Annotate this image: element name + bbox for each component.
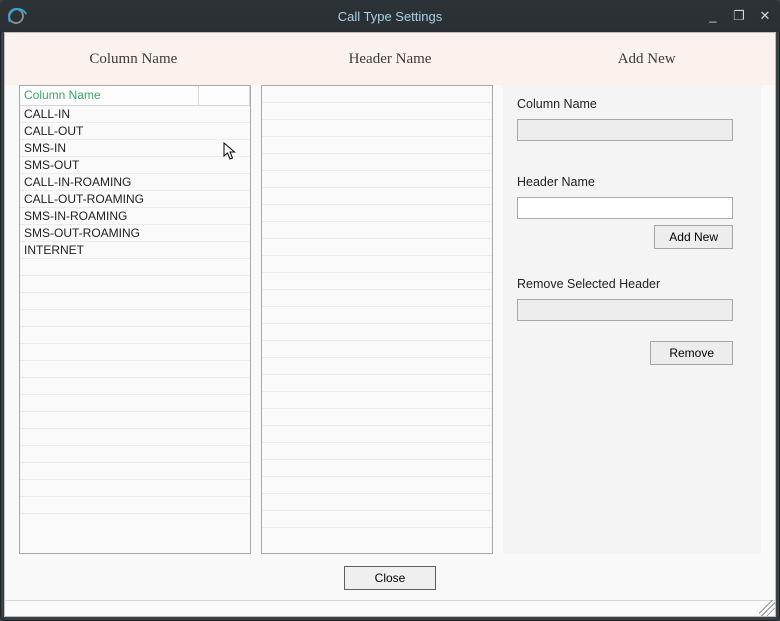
main-row: Column Name CALL-INCALL-OUTSMS-INSMS-OUT…	[5, 85, 775, 562]
table-row-empty	[262, 188, 492, 205]
table-row-empty	[262, 256, 492, 273]
status-bar	[5, 600, 775, 616]
table-row-empty	[262, 375, 492, 392]
table-row-empty	[20, 412, 250, 429]
table-row-empty	[20, 361, 250, 378]
table-row-empty	[20, 378, 250, 395]
table-row-empty	[262, 324, 492, 341]
remove-group: Remove Selected Header Remove	[517, 277, 747, 365]
section-headers: Column Name Header Name Add New	[5, 33, 775, 85]
add-new-button[interactable]: Add New	[654, 225, 733, 249]
table-row-empty	[262, 511, 492, 528]
table-row-empty	[262, 409, 492, 426]
remove-selected-field	[517, 299, 733, 321]
remove-selected-label: Remove Selected Header	[517, 277, 747, 291]
table-row-empty	[262, 273, 492, 290]
column-name-grid[interactable]: Column Name CALL-INCALL-OUTSMS-INSMS-OUT…	[19, 85, 251, 554]
grid-header: Column Name	[20, 86, 250, 106]
table-row-empty	[262, 205, 492, 222]
column-name-field	[517, 119, 733, 141]
table-row-empty	[262, 307, 492, 324]
add-new-panel: Column Name Header Name Add New Remove S…	[503, 85, 761, 554]
window-title: Call Type Settings	[0, 9, 780, 24]
table-row-empty	[262, 477, 492, 494]
table-row-empty	[262, 239, 492, 256]
section-header-column-name: Column Name	[5, 33, 262, 85]
resize-grip-icon[interactable]	[759, 600, 775, 616]
table-row-empty	[20, 463, 250, 480]
table-row-empty	[20, 429, 250, 446]
section-header-header-name: Header Name	[262, 33, 519, 85]
table-row-empty	[262, 460, 492, 477]
table-row-empty	[262, 137, 492, 154]
table-row[interactable]: SMS-OUT-ROAMING	[20, 225, 250, 242]
table-row-empty	[262, 426, 492, 443]
table-row[interactable]: SMS-IN-ROAMING	[20, 208, 250, 225]
section-header-add-new: Add New	[518, 33, 775, 85]
grid-rows	[262, 86, 492, 533]
table-row-empty	[262, 290, 492, 307]
table-row[interactable]: CALL-IN-ROAMING	[20, 174, 250, 191]
grid-column-header-spacer	[199, 86, 250, 106]
table-row-empty	[262, 443, 492, 460]
column-name-label: Column Name	[517, 97, 747, 111]
grid-column-header[interactable]: Column Name	[20, 86, 199, 106]
header-name-label: Header Name	[517, 175, 747, 189]
table-row-empty	[20, 327, 250, 344]
table-row[interactable]: CALL-OUT-ROAMING	[20, 191, 250, 208]
table-row-empty	[262, 494, 492, 511]
table-row[interactable]: CALL-OUT	[20, 123, 250, 140]
window-controls: _ ❐ ✕	[706, 8, 772, 24]
close-icon[interactable]: ✕	[758, 8, 772, 24]
table-row-empty	[20, 395, 250, 412]
header-name-group: Header Name Add New	[517, 175, 747, 249]
column-name-group: Column Name	[517, 97, 747, 141]
remove-button[interactable]: Remove	[650, 341, 733, 365]
table-row-empty	[262, 358, 492, 375]
table-row-empty	[20, 310, 250, 327]
grid-rows: CALL-INCALL-OUTSMS-INSMS-OUTCALL-IN-ROAM…	[20, 106, 250, 553]
table-row-empty	[20, 446, 250, 463]
table-row-empty	[262, 341, 492, 358]
header-name-grid[interactable]	[261, 85, 493, 554]
table-row-empty	[262, 120, 492, 137]
table-row[interactable]: SMS-OUT	[20, 157, 250, 174]
close-button[interactable]: Close	[344, 566, 436, 590]
maximize-icon[interactable]: ❐	[732, 8, 746, 24]
table-row-empty	[20, 344, 250, 361]
window-frame: Call Type Settings _ ❐ ✕ Column Name Hea…	[0, 0, 780, 621]
table-row-empty	[262, 171, 492, 188]
table-row-empty	[262, 222, 492, 239]
client-area: Column Name Header Name Add New Column N…	[4, 32, 776, 617]
table-row-empty	[20, 276, 250, 293]
table-row-empty	[20, 497, 250, 514]
table-row-empty	[262, 392, 492, 409]
table-row-empty	[262, 86, 492, 103]
table-row-empty	[20, 293, 250, 310]
bottom-bar: Close	[5, 562, 775, 600]
title-bar: Call Type Settings _ ❐ ✕	[0, 0, 780, 32]
header-name-input[interactable]	[517, 197, 733, 219]
table-row[interactable]: INTERNET	[20, 242, 250, 259]
table-row-empty	[20, 480, 250, 497]
table-row-empty	[262, 103, 492, 120]
minimize-icon[interactable]: _	[706, 8, 720, 24]
table-row-empty	[20, 259, 250, 276]
table-row[interactable]: SMS-IN	[20, 140, 250, 157]
table-row-empty	[262, 154, 492, 171]
table-row[interactable]: CALL-IN	[20, 106, 250, 123]
